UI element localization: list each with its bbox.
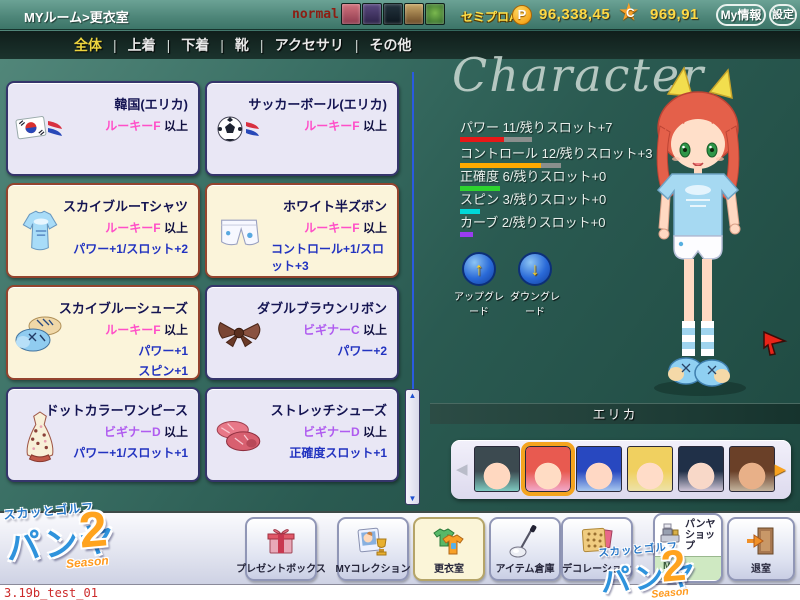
pang-coin-icon: P (512, 5, 532, 25)
scroll-down-icon[interactable]: ▼ (407, 494, 418, 503)
cookie-coin-icon: ★C (618, 1, 644, 27)
avatar-pink-girl (341, 3, 361, 25)
gift-icon (263, 524, 299, 563)
tab-accessory[interactable]: アクセサリ (249, 35, 344, 55)
mode-label: normal (292, 7, 339, 22)
version-label: 3.19b_test_01 (4, 586, 98, 600)
bottom-navigation-bar: プレゼントボックス MYコレクション (0, 511, 800, 584)
tab-others[interactable]: その他 (344, 35, 412, 55)
item-rank-requirement: ルーキーF 以上 (105, 117, 188, 134)
strip-right-arrow-icon[interactable]: ▶ (774, 460, 786, 478)
soccer-ball-icon (210, 99, 268, 159)
item-card-dot-dress[interactable]: ドットカラーワンピース ビギナーD 以上 パワー+1/スロット+1 (6, 387, 200, 482)
avatar-dark-caddie (383, 3, 403, 25)
my-collection-button[interactable]: MYコレクション (337, 517, 409, 581)
item-rank-requirement: ルーキーF 以上 (105, 219, 188, 236)
decoration-button[interactable]: デコレーション (561, 517, 633, 581)
tshirt-icon (11, 201, 69, 261)
shorts-icon (210, 201, 268, 261)
tab-all[interactable]: 全体 (74, 35, 102, 55)
dress-icon (11, 405, 69, 465)
avatar-bird-mascot (404, 3, 424, 25)
item-card-korea-flag[interactable]: 韓国(エリカ) ルーキーF 以上 (6, 81, 200, 176)
item-storage-icon (507, 524, 543, 563)
item-card-skyblue-shoes[interactable]: スカイブルーシューズ ルーキーF 以上 パワー+1 スピン+1 (6, 285, 200, 380)
item-list: 韓国(エリカ) ルーキーF 以上 サッカーボール(エリカ) ルーキーF 以上 (6, 81, 402, 482)
top-status-bar: MYルーム>更衣室 normal セミプロA P 96,338,45 ★C 96… (0, 0, 800, 30)
item-card-brown-ribbon[interactable]: ダブルブラウンリボン ビギナーC 以上 パワー+2 (205, 285, 399, 380)
korea-flag-icon (11, 99, 69, 159)
item-card-soccer-ball[interactable]: サッカーボール(エリカ) ルーキーF 以上 (205, 81, 399, 176)
wardrobe-icon (431, 524, 467, 563)
wardrobe-button[interactable]: 更衣室 (413, 517, 485, 581)
tab-shoes[interactable]: 靴 (209, 35, 249, 55)
character-thumb[interactable] (474, 446, 520, 492)
down-arrow-icon: ↓ (518, 252, 552, 286)
exit-door-icon (743, 524, 779, 563)
character-thumb[interactable] (678, 446, 724, 492)
item-storage-button[interactable]: アイテム倉庫 (489, 517, 561, 581)
item-card-white-shorts[interactable]: ホワイト半ズボン ルーキーF 以上 コントロール+1/スロット+3 (205, 183, 399, 278)
status-bar: 3.19b_test_01 (0, 584, 800, 600)
item-title: ダブルブラウンリボン (257, 298, 387, 317)
item-rank-requirement: ビギナーD 以上 (303, 423, 387, 440)
item-title: サッカーボール(エリカ) (248, 94, 387, 113)
item-rank-requirement: ルーキーF 以上 (105, 321, 188, 338)
character-name-bar: エリカ (430, 403, 800, 424)
scrollbar[interactable]: ▲ ▼ (405, 389, 420, 505)
item-card-stretch-shoes[interactable]: ストレッチシューズ ビギナーD 以上 正確度スロット+1 (205, 387, 399, 482)
avatar-purple-caddie (362, 3, 382, 25)
item-stats: パワー+2 (337, 342, 387, 359)
character-select-strip: ◀ ▶ (451, 440, 791, 499)
item-title: スカイブルーTシャツ (63, 196, 188, 215)
item-rank-requirement: ビギナーC 以上 (303, 321, 387, 338)
item-title: 韓国(エリカ) (114, 94, 188, 113)
present-box-button[interactable]: プレゼントボックス (245, 517, 317, 581)
pangya-shop-button[interactable]: パンヤ ショップ MY (653, 513, 723, 583)
red-shoes-icon (210, 405, 268, 465)
strip-left-arrow-icon[interactable]: ◀ (456, 460, 468, 478)
character-thumb[interactable] (729, 446, 775, 492)
mouse-cursor-icon (762, 328, 788, 361)
scroll-up-icon[interactable]: ▲ (407, 391, 418, 400)
item-stats: コントロール+1/スロット+3 (271, 240, 387, 270)
tab-tops[interactable]: 上着 (102, 35, 156, 55)
settings-button[interactable]: 設定 (769, 4, 797, 26)
ribbon-icon (210, 303, 268, 363)
upgrade-button[interactable]: ↑ アップグレード (450, 252, 508, 318)
my-shop-sub-button[interactable]: MY (655, 556, 721, 580)
collection-icon (355, 524, 391, 563)
item-rank-requirement: ビギナーD 以上 (104, 423, 188, 440)
item-title: スカイブルーシューズ (59, 298, 188, 317)
item-rank-requirement: ルーキーF 以上 (304, 117, 387, 134)
player-rank-badge: セミプロA (461, 8, 518, 25)
my-info-button[interactable]: My情報 (716, 4, 766, 26)
decoration-icon (579, 524, 615, 563)
item-stats: 正確度スロット+1 (289, 444, 387, 461)
character-thumb[interactable] (627, 446, 673, 492)
cookie-amount: 969,91 (650, 6, 699, 23)
tab-bottoms[interactable]: 下着 (156, 35, 210, 55)
downgrade-button[interactable]: ↓ ダウングレード (506, 252, 564, 318)
item-stats: パワー+1 (138, 342, 188, 358)
item-stats: パワー+1/スロット+2 (73, 240, 188, 257)
shop-register-icon (658, 521, 682, 550)
character-thumb-selected[interactable] (525, 446, 571, 492)
pang-amount: 96,338,45 (539, 6, 610, 23)
breadcrumb: MYルーム>更衣室 (24, 7, 129, 26)
blue-shoes-icon (11, 303, 69, 363)
up-arrow-icon: ↑ (462, 252, 496, 286)
character-thumb[interactable] (576, 446, 622, 492)
item-stats: パワー+1/スロット+1 (73, 444, 188, 461)
avatar-melon-mascot (425, 3, 445, 25)
scrollbar-track[interactable] (412, 72, 414, 390)
item-rank-requirement: ルーキーF 以上 (304, 219, 387, 236)
exit-button[interactable]: 退室 (727, 517, 795, 581)
item-title: ホワイト半ズボン (283, 196, 387, 215)
item-title: ストレッチシューズ (271, 400, 387, 419)
wardrobe-screen: MYルーム>更衣室 normal セミプロA P 96,338,45 ★C 96… (0, 0, 800, 600)
item-card-skyblue-tshirt[interactable]: スカイブルーTシャツ ルーキーF 以上 パワー+1/スロット+2 (6, 183, 200, 278)
